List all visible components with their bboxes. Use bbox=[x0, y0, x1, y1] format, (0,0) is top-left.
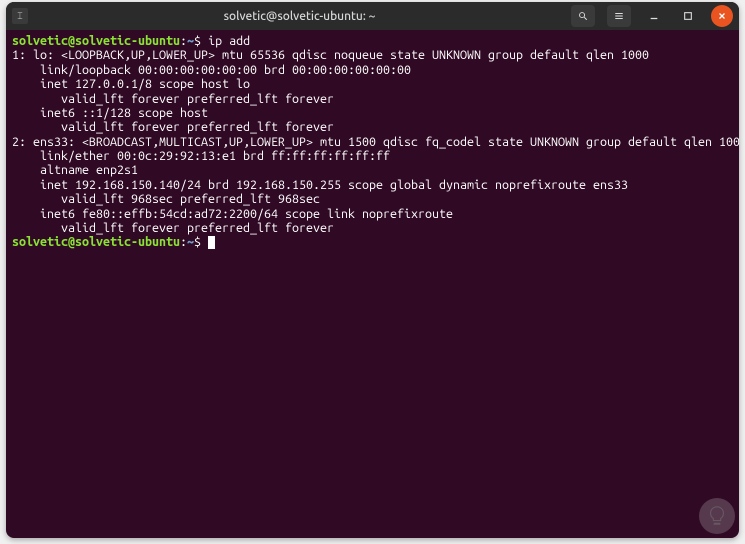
prompt-user-host: solvetic@solvetic-ubuntu bbox=[12, 34, 180, 48]
output-line: 1: lo: <LOOPBACK,UP,LOWER_UP> mtu 65536 … bbox=[12, 48, 649, 62]
terminal-icon: ⌶ bbox=[12, 8, 28, 24]
output-line: altname enp2s1 bbox=[12, 163, 138, 177]
maximize-button[interactable] bbox=[677, 5, 699, 27]
command-text: ip add bbox=[208, 34, 250, 48]
close-icon bbox=[717, 11, 727, 21]
output-line: inet6 ::1/128 scope host bbox=[12, 106, 215, 120]
hamburger-icon bbox=[614, 11, 624, 21]
search-button[interactable] bbox=[571, 5, 595, 27]
close-button[interactable] bbox=[711, 5, 733, 27]
output-line: inet 127.0.0.1/8 scope host lo bbox=[12, 77, 250, 91]
prompt-user-host: solvetic@solvetic-ubuntu bbox=[12, 235, 180, 249]
output-line: inet 192.168.150.140/24 brd 192.168.150.… bbox=[12, 178, 628, 192]
minimize-button[interactable] bbox=[643, 5, 665, 27]
titlebar-right bbox=[571, 5, 733, 27]
prompt-path: ~ bbox=[187, 235, 194, 249]
output-line: 2: ens33: <BROADCAST,MULTICAST,UP,LOWER_… bbox=[12, 135, 739, 149]
titlebar-left: ⌶ bbox=[12, 8, 28, 24]
maximize-icon bbox=[683, 11, 693, 21]
prompt-colon: : bbox=[180, 34, 187, 48]
terminal-body[interactable]: solvetic@solvetic-ubuntu:~$ ip add 1: lo… bbox=[6, 30, 739, 254]
output-line: inet6 fe80::effb:54cd:ad72:2200/64 scope… bbox=[12, 207, 460, 221]
window-title: solvetic@solvetic-ubuntu: ~ bbox=[28, 10, 571, 23]
output-line: valid_lft 968sec preferred_lft 968sec bbox=[12, 192, 320, 206]
prompt-colon: : bbox=[180, 235, 187, 249]
prompt-symbol: $ bbox=[194, 34, 201, 48]
search-icon bbox=[578, 11, 588, 21]
cursor bbox=[208, 236, 215, 249]
output-line: valid_lft forever preferred_lft forever bbox=[12, 120, 334, 134]
output-line: link/ether 00:0c:29:92:13:e1 brd ff:ff:f… bbox=[12, 149, 390, 163]
watermark-icon bbox=[699, 498, 735, 534]
prompt-path: ~ bbox=[187, 34, 194, 48]
minimize-icon bbox=[649, 11, 659, 21]
lightbulb-icon bbox=[706, 505, 728, 527]
hamburger-menu-button[interactable] bbox=[607, 5, 631, 27]
titlebar: ⌶ solvetic@solvetic-ubuntu: ~ bbox=[6, 2, 739, 30]
terminal-window: ⌶ solvetic@solvetic-ubuntu: ~ solvetic@s… bbox=[6, 2, 739, 538]
prompt-symbol: $ bbox=[194, 235, 201, 249]
output-line: valid_lft forever preferred_lft forever bbox=[12, 221, 334, 235]
output-line: valid_lft forever preferred_lft forever bbox=[12, 92, 334, 106]
output-line: link/loopback 00:00:00:00:00:00 brd 00:0… bbox=[12, 63, 411, 77]
